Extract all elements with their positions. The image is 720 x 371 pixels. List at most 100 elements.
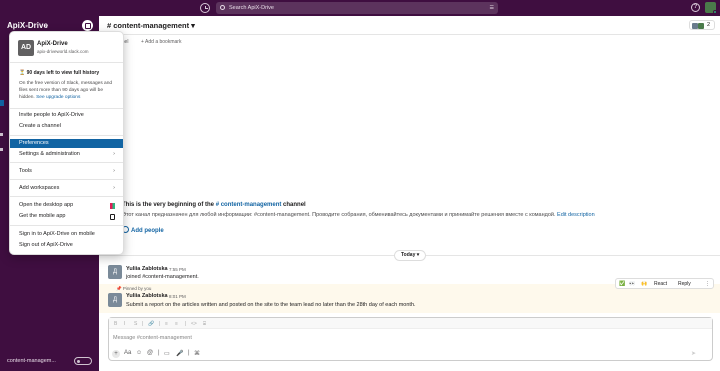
eyes-reaction-button[interactable]: 👀: [629, 281, 635, 287]
more-actions-button[interactable]: ⋮: [705, 281, 710, 287]
open-desktop-label: Open the desktop app: [19, 202, 74, 208]
edit-description-link[interactable]: Edit description: [557, 212, 595, 218]
menu-item-get-mobile[interactable]: Get the mobile app: [10, 212, 123, 221]
message-actions-toolbar: ✅ 👀 🙌 React Reply ⋮: [615, 278, 714, 289]
upgrade-options-link[interactable]: See upgrade options: [36, 95, 80, 100]
ordered-list-icon[interactable]: ≡: [165, 321, 168, 327]
menu-item-open-desktop[interactable]: Open the desktop app: [10, 201, 123, 210]
send-icon[interactable]: ➤: [691, 350, 696, 357]
bold-icon[interactable]: B: [114, 321, 117, 327]
menu-workspace-name[interactable]: ApiX-Drive: [37, 41, 68, 47]
history-limit-note: On the free version of Slack, messages a…: [19, 80, 118, 101]
tools-label: Tools: [19, 168, 32, 174]
menu-item-settings[interactable]: Settings & administration ›: [10, 150, 123, 159]
filter-icon[interactable]: ☰: [490, 5, 494, 11]
code-block-icon[interactable]: ⌸: [203, 321, 206, 327]
menu-item-preferences[interactable]: Preferences: [10, 139, 123, 148]
format-toggle-icon[interactable]: Aa: [124, 350, 131, 356]
message-text: joined #content-management.: [126, 274, 199, 280]
toolbar-divider: |: [159, 320, 161, 327]
message-author[interactable]: Yuliia Zablotska: [126, 293, 168, 299]
workspace-menu: AD ApiX-Drive apix-driveworld.slack.com …: [9, 31, 124, 255]
slack-logo-icon: [110, 203, 115, 209]
pin-icon: 📌: [116, 286, 122, 291]
toolbar-divider: |: [185, 320, 187, 327]
members-button[interactable]: 2: [689, 20, 715, 30]
message-author[interactable]: Yuliia Zablotska: [126, 266, 168, 272]
menu-item-tools[interactable]: Tools ›: [10, 167, 123, 176]
react-button[interactable]: React: [654, 281, 667, 287]
user-avatar[interactable]: [705, 2, 717, 14]
intro-title-text: This is the very beginning of the: [122, 202, 216, 208]
compose-icon[interactable]: [82, 20, 93, 31]
day-divider-button[interactable]: Today ▾: [394, 250, 427, 261]
get-mobile-label: Get the mobile app: [19, 213, 66, 219]
message-timestamp[interactable]: 8:01 PM: [169, 294, 186, 299]
message-input[interactable]: Message #content-management: [113, 335, 192, 341]
channel-header: # content-management ▾ 2: [99, 16, 720, 35]
menu-item-sign-out[interactable]: Sign out of ApiX-Drive: [10, 241, 123, 250]
add-bookmark-button[interactable]: + Add a bookmark: [141, 39, 181, 45]
add-people-label: Add people: [131, 228, 164, 234]
workspace-name[interactable]: ApiX-Drive: [7, 21, 48, 30]
message-composer[interactable]: B I S | 🔗 | ≡ ≡ | <> ⌸ Message #content-…: [108, 317, 713, 361]
top-bar: Search ApiX-Drive ☰ ?: [0, 0, 720, 16]
emoji-icon[interactable]: ☺: [136, 350, 142, 356]
sidebar-footer-channel[interactable]: content-managem...: [7, 358, 56, 364]
search-placeholder: Search ApiX-Drive: [229, 5, 274, 11]
composer-actions: + Aa ☺ @ | ▭ 🎤 | ⌘ ➤: [109, 348, 712, 360]
message-avatar[interactable]: Д: [108, 265, 122, 279]
shortcuts-icon[interactable]: ⌘: [194, 350, 200, 357]
history-limit-title: ⏳ 90 days left to view full history: [19, 70, 100, 76]
search-bar[interactable]: Search ApiX-Drive ☰: [216, 2, 498, 14]
help-icon[interactable]: ?: [691, 3, 700, 12]
member-count: 2: [707, 22, 711, 28]
menu-divider: [10, 135, 123, 136]
menu-divider: [10, 62, 123, 63]
add-workspaces-label: Add workspaces: [19, 185, 60, 191]
intro-channel-link[interactable]: # content-management: [216, 202, 282, 208]
toolbar-divider: |: [188, 350, 190, 356]
history-clock-icon[interactable]: [200, 3, 210, 13]
video-clip-icon[interactable]: ▭: [164, 350, 170, 357]
mention-icon[interactable]: @: [147, 350, 153, 356]
chevron-right-icon: ›: [113, 168, 115, 174]
italic-icon[interactable]: I: [124, 321, 125, 327]
clap-reaction-button[interactable]: 🙌: [641, 281, 647, 287]
message-avatar[interactable]: Д: [108, 293, 122, 307]
menu-item-invite[interactable]: Invite people to ApiX-Drive: [10, 111, 123, 120]
reply-button[interactable]: Reply: [678, 281, 691, 287]
message-text: Submit a report on the articles written …: [126, 302, 416, 308]
search-icon: [220, 5, 225, 10]
pinned-label: 📌 Pinned by you: [116, 286, 151, 292]
link-icon[interactable]: 🔗: [148, 321, 154, 327]
attach-plus-icon[interactable]: +: [112, 350, 120, 358]
menu-divider: [10, 108, 123, 109]
menu-item-add-workspaces[interactable]: Add workspaces ›: [10, 184, 123, 193]
sidebar-item-fragment[interactable]: [0, 133, 3, 136]
mobile-phone-icon: [110, 214, 115, 220]
check-reaction-button[interactable]: ✅: [619, 281, 625, 287]
intro-title-suffix: channel: [281, 202, 306, 208]
pinned-label-text: Pinned by you: [122, 286, 152, 291]
chevron-right-icon: ›: [113, 185, 115, 191]
menu-item-sign-in-mobile[interactable]: Sign in to ApiX-Drive on mobile: [10, 230, 123, 239]
sidebar-item-fragment[interactable]: [0, 148, 3, 151]
formatting-toolbar: B I S | 🔗 | ≡ ≡ | <> ⌸: [109, 318, 712, 329]
add-people-button[interactable]: Add people: [122, 226, 164, 234]
code-icon[interactable]: <>: [191, 321, 197, 327]
bullet-list-icon[interactable]: ≡: [175, 321, 178, 327]
sidebar-selected-item[interactable]: [0, 100, 4, 106]
bookmark-bar: nnel + Add a bookmark: [99, 36, 720, 49]
chevron-down-icon[interactable]: ⌄: [44, 22, 49, 29]
menu-divider: [10, 162, 123, 163]
strike-icon[interactable]: S: [134, 321, 137, 327]
microphone-icon[interactable]: 🎤: [176, 350, 183, 357]
menu-divider: [10, 196, 123, 197]
channel-title[interactable]: # content-management ▾: [107, 21, 195, 30]
huddle-toggle[interactable]: [74, 357, 92, 365]
menu-item-create-channel[interactable]: Create a channel: [10, 122, 123, 131]
member-avatar: [698, 22, 704, 29]
toolbar-divider: |: [158, 350, 160, 356]
message-timestamp[interactable]: 7:55 PM: [169, 267, 186, 272]
